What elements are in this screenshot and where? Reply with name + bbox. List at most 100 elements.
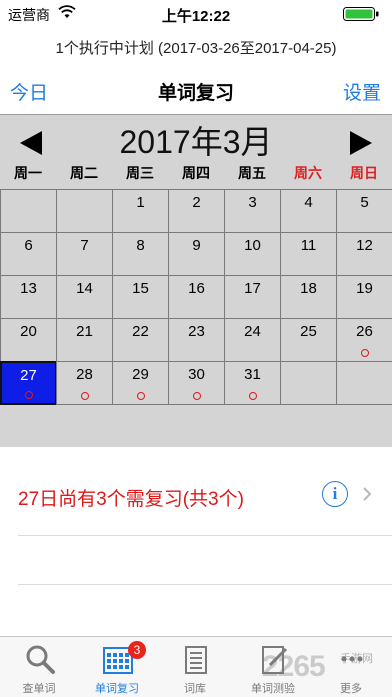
day-number: 25 — [300, 323, 317, 340]
calendar-day-cell[interactable]: 9 — [168, 232, 225, 276]
calendar-day-cell[interactable]: 24 — [224, 318, 281, 362]
calendar-day-cell[interactable]: 25 — [280, 318, 337, 362]
calendar-day-cell[interactable]: 4 — [280, 189, 337, 233]
day-number: 11 — [300, 237, 317, 254]
status-time: 上午12:22 — [161, 8, 231, 25]
calendar-day-cell[interactable]: 31 — [224, 361, 281, 405]
divider — [18, 535, 392, 536]
day-number: 26 — [356, 323, 373, 340]
day-number: 30 — [188, 366, 205, 383]
divider — [18, 584, 392, 585]
tab-label: 词库 — [184, 683, 206, 695]
calendar-day-cell[interactable]: 16 — [168, 275, 225, 319]
calendar-day-cell[interactable]: 11 — [280, 232, 337, 276]
calendar-day-cell[interactable]: 23 — [168, 318, 225, 362]
day-number: 4 — [304, 194, 313, 211]
day-number: 10 — [244, 237, 261, 254]
calendar-day-cell[interactable]: 6 — [0, 232, 57, 276]
weekday-label: 周二 — [70, 165, 98, 181]
day-number: 12 — [356, 237, 373, 254]
calendar-day-cell[interactable]: 3 — [224, 189, 281, 233]
day-number: 31 — [244, 366, 261, 383]
day-number: 20 — [20, 323, 37, 340]
review-count-badge: 3 — [128, 641, 146, 659]
tab-wordbank[interactable]: 词库 — [156, 637, 234, 697]
review-due-dot — [24, 391, 33, 399]
review-summary[interactable]: 27日尚有3个需复习(共3个) — [18, 484, 244, 511]
day-number: 7 — [80, 237, 89, 254]
day-number: 9 — [192, 237, 201, 254]
review-due-dot — [192, 392, 201, 400]
day-number: 28 — [76, 366, 93, 383]
weekday-header: 周一 周二 周三 周四 周五 周六 周日 — [0, 163, 392, 185]
day-number: 29 — [132, 366, 149, 383]
calendar-day-cell[interactable]: 21 — [56, 318, 113, 362]
chevron-right-icon[interactable] — [362, 486, 372, 502]
notepad-icon — [185, 646, 207, 674]
plan-subtitle: 1个执行中计划 (2017-03-26至2017-04-25) — [55, 40, 337, 57]
day-number: 2 — [192, 194, 201, 211]
calendar-day-cell[interactable]: 20 — [0, 318, 57, 362]
calendar: 2017年3月 周一 周二 周三 周四 周五 周六 周日 1 2 3 4 5 6 7 8 9 10… — [0, 114, 392, 447]
calendar-day-cell[interactable]: 18 — [280, 275, 337, 319]
calendar-day-cell[interactable]: 14 — [56, 275, 113, 319]
tab-bar: 查单词 3 单词复习 词库 单词测验 更多 — [0, 636, 392, 697]
review-due-dot — [360, 349, 369, 357]
calendar-day-cell[interactable]: 26 — [336, 318, 392, 362]
review-due-dot — [80, 392, 89, 400]
weekday-label: 周六 — [294, 165, 322, 181]
calendar-day-cell[interactable]: 19 — [336, 275, 392, 319]
calendar-grid: 1 2 3 4 5 6 7 8 9 10 11 12 13 14 15 16 17 18 19 20 21 22 23 24 2… — [0, 189, 392, 405]
day-number: 6 — [24, 237, 33, 254]
day-number: 8 — [136, 237, 145, 254]
review-due-dot — [136, 392, 145, 400]
calendar-day-cell[interactable]: 10 — [224, 232, 281, 276]
day-number: 17 — [244, 280, 261, 297]
calendar-day-cell[interactable]: 13 — [0, 275, 57, 319]
settings-button[interactable]: 设置 — [343, 78, 381, 105]
watermark-logo: 2265 — [262, 650, 326, 683]
next-month-icon[interactable] — [348, 129, 374, 157]
day-number: 23 — [188, 323, 205, 340]
nav-bar: 今日 单词复习 设置 — [0, 70, 392, 110]
battery-icon — [343, 7, 379, 21]
weekday-label: 周一 — [14, 165, 42, 181]
calendar-day-cell[interactable]: 1 — [112, 189, 169, 233]
calendar-day-cell[interactable]: 5 — [336, 189, 392, 233]
calendar-day-cell[interactable]: 2 — [168, 189, 225, 233]
tab-review[interactable]: 3 单词复习 — [78, 637, 156, 697]
calendar-day-cell[interactable]: 8 — [112, 232, 169, 276]
tab-label: 单词复习 — [95, 683, 139, 695]
status-bar: 运营商 上午12:22 — [0, 0, 392, 28]
weekday-label: 周五 — [238, 165, 266, 181]
day-number: 1 — [136, 194, 145, 211]
calendar-day-cell[interactable]: 30 — [168, 361, 225, 405]
calendar-day-cell[interactable]: 28 — [56, 361, 113, 405]
tab-lookup[interactable]: 查单词 — [0, 637, 78, 697]
page-title: 单词复习 — [157, 83, 234, 104]
weekday-label: 周日 — [350, 165, 378, 181]
magnifier-icon — [26, 645, 55, 674]
day-number: 3 — [248, 194, 257, 211]
calendar-day-cell[interactable]: 15 — [112, 275, 169, 319]
watermark-caption: 手游网 — [340, 653, 373, 665]
calendar-day-cell[interactable]: 22 — [112, 318, 169, 362]
tab-label: 查单词 — [22, 683, 56, 695]
day-number: 21 — [76, 323, 93, 340]
day-number: 18 — [300, 280, 317, 297]
calendar-day-cell[interactable]: 29 — [112, 361, 169, 405]
calendar-day-cell[interactable]: 17 — [224, 275, 281, 319]
day-number: 13 — [20, 280, 37, 297]
day-number: 14 — [76, 280, 93, 297]
calendar-day-cell[interactable]: 12 — [336, 232, 392, 276]
calendar-day-cell[interactable]: 7 — [56, 232, 113, 276]
day-number: 15 — [132, 280, 149, 297]
day-number: 5 — [360, 194, 369, 211]
weekday-label: 周四 — [182, 165, 210, 181]
calendar-day-cell[interactable]: 27 — [0, 361, 57, 405]
month-title: 2017年3月 — [119, 124, 273, 160]
day-number: 16 — [188, 280, 205, 297]
day-number: 22 — [132, 323, 149, 340]
info-button[interactable]: i — [322, 481, 348, 507]
day-number: 19 — [356, 280, 373, 297]
